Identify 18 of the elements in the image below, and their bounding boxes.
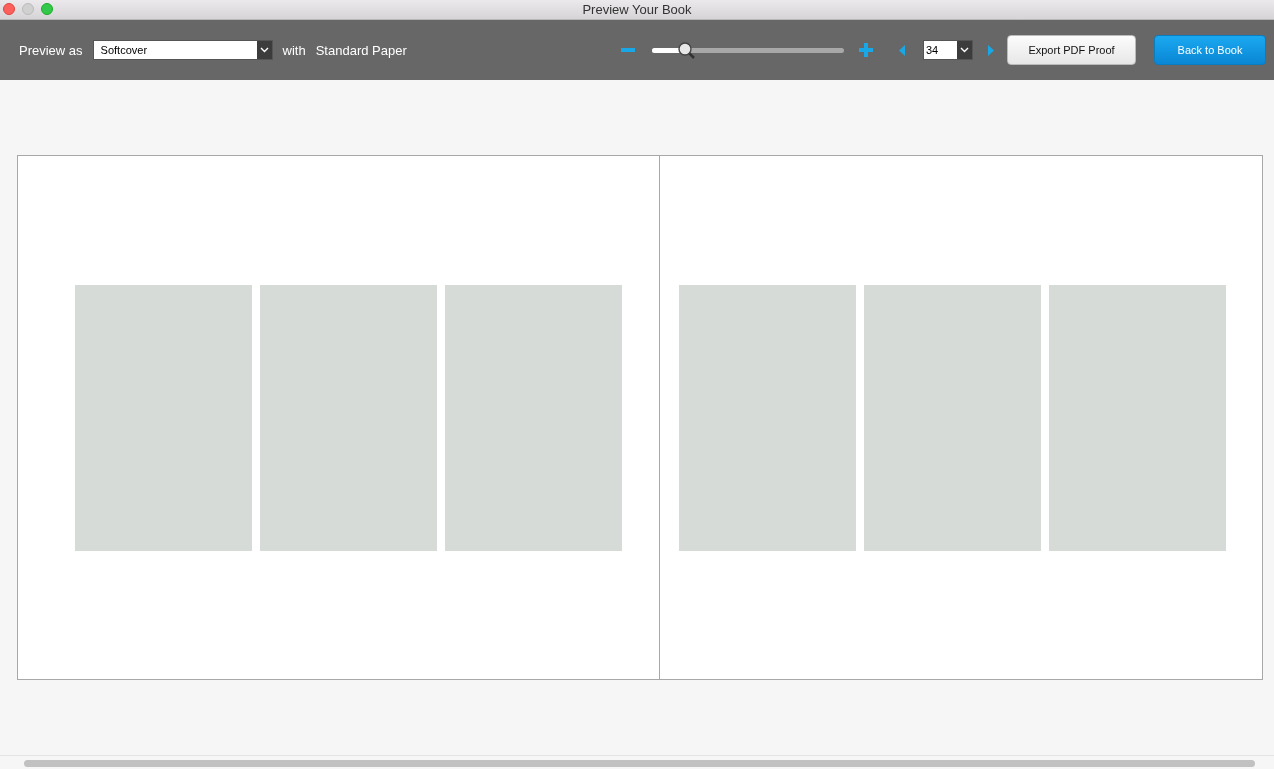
paper-label: Standard Paper [315,42,407,58]
export-button[interactable]: Export PDF Proof [1007,35,1136,65]
binding-dropdown[interactable]: Softcover [92,40,273,60]
caret-icon [259,47,269,53]
slider-handle[interactable] [677,41,696,60]
page-dropdown[interactable]: 34 [923,40,973,60]
minimize-icon[interactable] [22,3,34,15]
zoom-in-icon[interactable] [859,43,873,57]
window-title: Preview Your Book [582,2,692,17]
previous-page-icon[interactable] [899,44,905,56]
caret-icon [960,47,969,53]
next-page-icon[interactable] [988,44,994,56]
preview-label: Preview as [19,42,83,58]
close-icon[interactable] [3,3,15,15]
with-label: with [282,42,306,58]
scrollbar[interactable] [24,760,1255,767]
zoom-window-icon[interactable] [41,3,53,15]
zoom-slider[interactable] [652,41,844,59]
